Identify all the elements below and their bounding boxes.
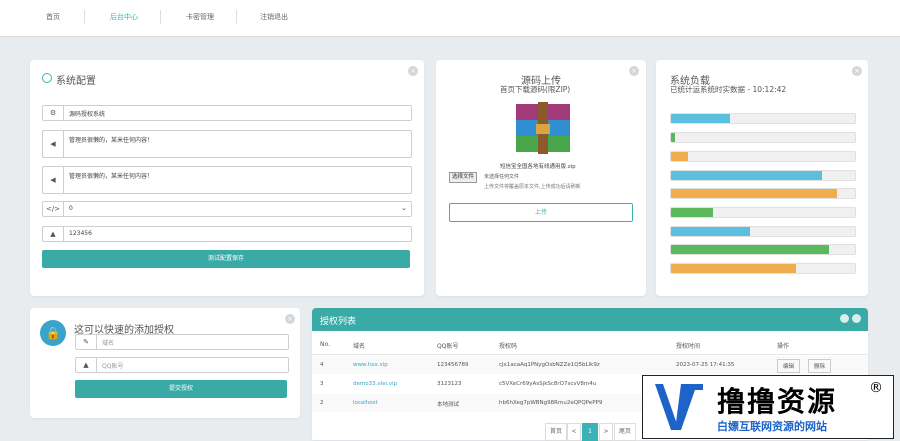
chevron-down-icon: ⌄ (401, 204, 407, 212)
upload-filename: 短信宝全国各地有线通用版.zip (500, 164, 576, 170)
load-bar (670, 207, 856, 218)
close-icon[interactable]: × (629, 66, 639, 76)
load-bar-fill (671, 152, 688, 161)
load-bar-fill (671, 171, 822, 180)
header-qq: QQ账号 (437, 343, 459, 350)
mode-select[interactable]: </> 0 ⌄ (42, 201, 412, 217)
megaphone-icon: ◀ (43, 131, 64, 157)
megaphone-icon: ◀ (43, 167, 64, 193)
watermark: 撸撸资源 ® 白嫖互联网资源的网站 (642, 375, 894, 439)
site-name-field[interactable]: ⚙ 源码授权系统 (42, 105, 412, 121)
nav-admin[interactable]: 后台中心 (110, 12, 138, 22)
brand-logo-icon (651, 382, 707, 432)
bell-icon: ▲ (43, 227, 64, 241)
page-first[interactable]: 首页 (545, 423, 567, 441)
load-bar (670, 263, 856, 274)
row-domain-link[interactable]: demo33.vlei.vip (353, 381, 397, 387)
close-icon[interactable] (852, 314, 861, 323)
load-bar-fill (671, 245, 830, 254)
load-bar-fill (671, 133, 675, 142)
brand-name: 撸撸资源 (717, 385, 838, 418)
notice-field-2[interactable]: ◀ 管理员很懒的，某米任何内容！ (42, 166, 412, 194)
list-header-bar (312, 308, 868, 331)
page-current[interactable]: 1 (582, 423, 598, 441)
user-icon: ▲ (76, 358, 97, 372)
choose-file-button[interactable]: 选择文件 (449, 172, 478, 183)
registered-mark: ® (869, 380, 883, 396)
config-title: 系统配置 (56, 76, 96, 87)
load-bar (670, 113, 856, 124)
load-bar (670, 151, 856, 162)
password-field[interactable]: ▲ 123456 (42, 226, 412, 242)
load-bar-fill (671, 189, 837, 198)
upload-button[interactable]: 上传 (449, 203, 633, 222)
lock-icon: 🔒 (40, 320, 66, 346)
load-bar (670, 244, 856, 255)
table-divider (312, 354, 868, 355)
nav-divider (84, 10, 85, 24)
notice-field-1[interactable]: ◀ 管理员很懒的，某米任何内容！ (42, 130, 412, 158)
page-next[interactable]: > (599, 423, 613, 441)
no-file-text: 未选择任何文件 (484, 174, 520, 180)
load-bar (670, 188, 856, 199)
close-icon[interactable]: × (285, 314, 295, 324)
circle-icon (42, 73, 52, 83)
load-bar-fill (671, 208, 714, 217)
row-domain-link[interactable]: www.hxx.vip (353, 362, 388, 368)
page-last[interactable]: 尾页 (614, 423, 636, 441)
code-icon: </> (43, 202, 64, 216)
load-bar-fill (671, 264, 797, 273)
header-no: No. (320, 341, 330, 348)
nav-divider (160, 10, 161, 24)
nav-cards[interactable]: 卡密管理 (186, 12, 214, 22)
archive-icon (510, 100, 576, 156)
load-subtitle: 已统计运系统时实数据 - 10:12:42 (670, 85, 787, 94)
gear-icon: ⚙ (43, 106, 64, 120)
edit-button[interactable]: 编辑 (777, 359, 801, 373)
list-title: 授权列表 (320, 317, 357, 327)
load-bar-fill (671, 114, 730, 123)
domain-field[interactable]: ✎ 域名 (75, 334, 289, 350)
nav-logout[interactable]: 注销退出 (260, 12, 288, 22)
row-domain-link[interactable]: localhost (353, 400, 378, 406)
header-code: 授权码 (499, 343, 518, 350)
load-bar (670, 226, 856, 237)
header-domain: 域名 (353, 343, 366, 350)
upload-hint: 上传文件将覆盖原本文件,上传成功后请刷新 (484, 184, 581, 190)
link-icon: ✎ (76, 335, 97, 349)
load-bar (670, 170, 856, 181)
nav-divider (236, 10, 237, 24)
save-config-button[interactable]: 测试配置保存 (42, 250, 410, 268)
load-bar (670, 132, 856, 143)
header-time: 授权时间 (676, 343, 701, 350)
header-actions: 操作 (777, 343, 790, 350)
qq-field[interactable]: ▲ QQ账号 (75, 357, 289, 373)
refresh-icon[interactable] (840, 314, 849, 323)
brand-tagline: 白嫖互联网资源的网站 (717, 420, 827, 433)
load-bar-fill (671, 227, 751, 236)
submit-auth-button[interactable]: 提交授权 (75, 380, 287, 398)
close-icon[interactable]: × (408, 66, 418, 76)
upload-subtitle: 首页下载源码(限ZIP) (500, 85, 571, 94)
top-nav: 首页 后台中心 卡密管理 注销退出 (0, 0, 900, 37)
page-prev[interactable]: < (567, 423, 581, 441)
close-icon[interactable]: × (852, 66, 862, 76)
nav-home[interactable]: 首页 (46, 12, 60, 22)
delete-button[interactable]: 删除 (808, 359, 832, 373)
